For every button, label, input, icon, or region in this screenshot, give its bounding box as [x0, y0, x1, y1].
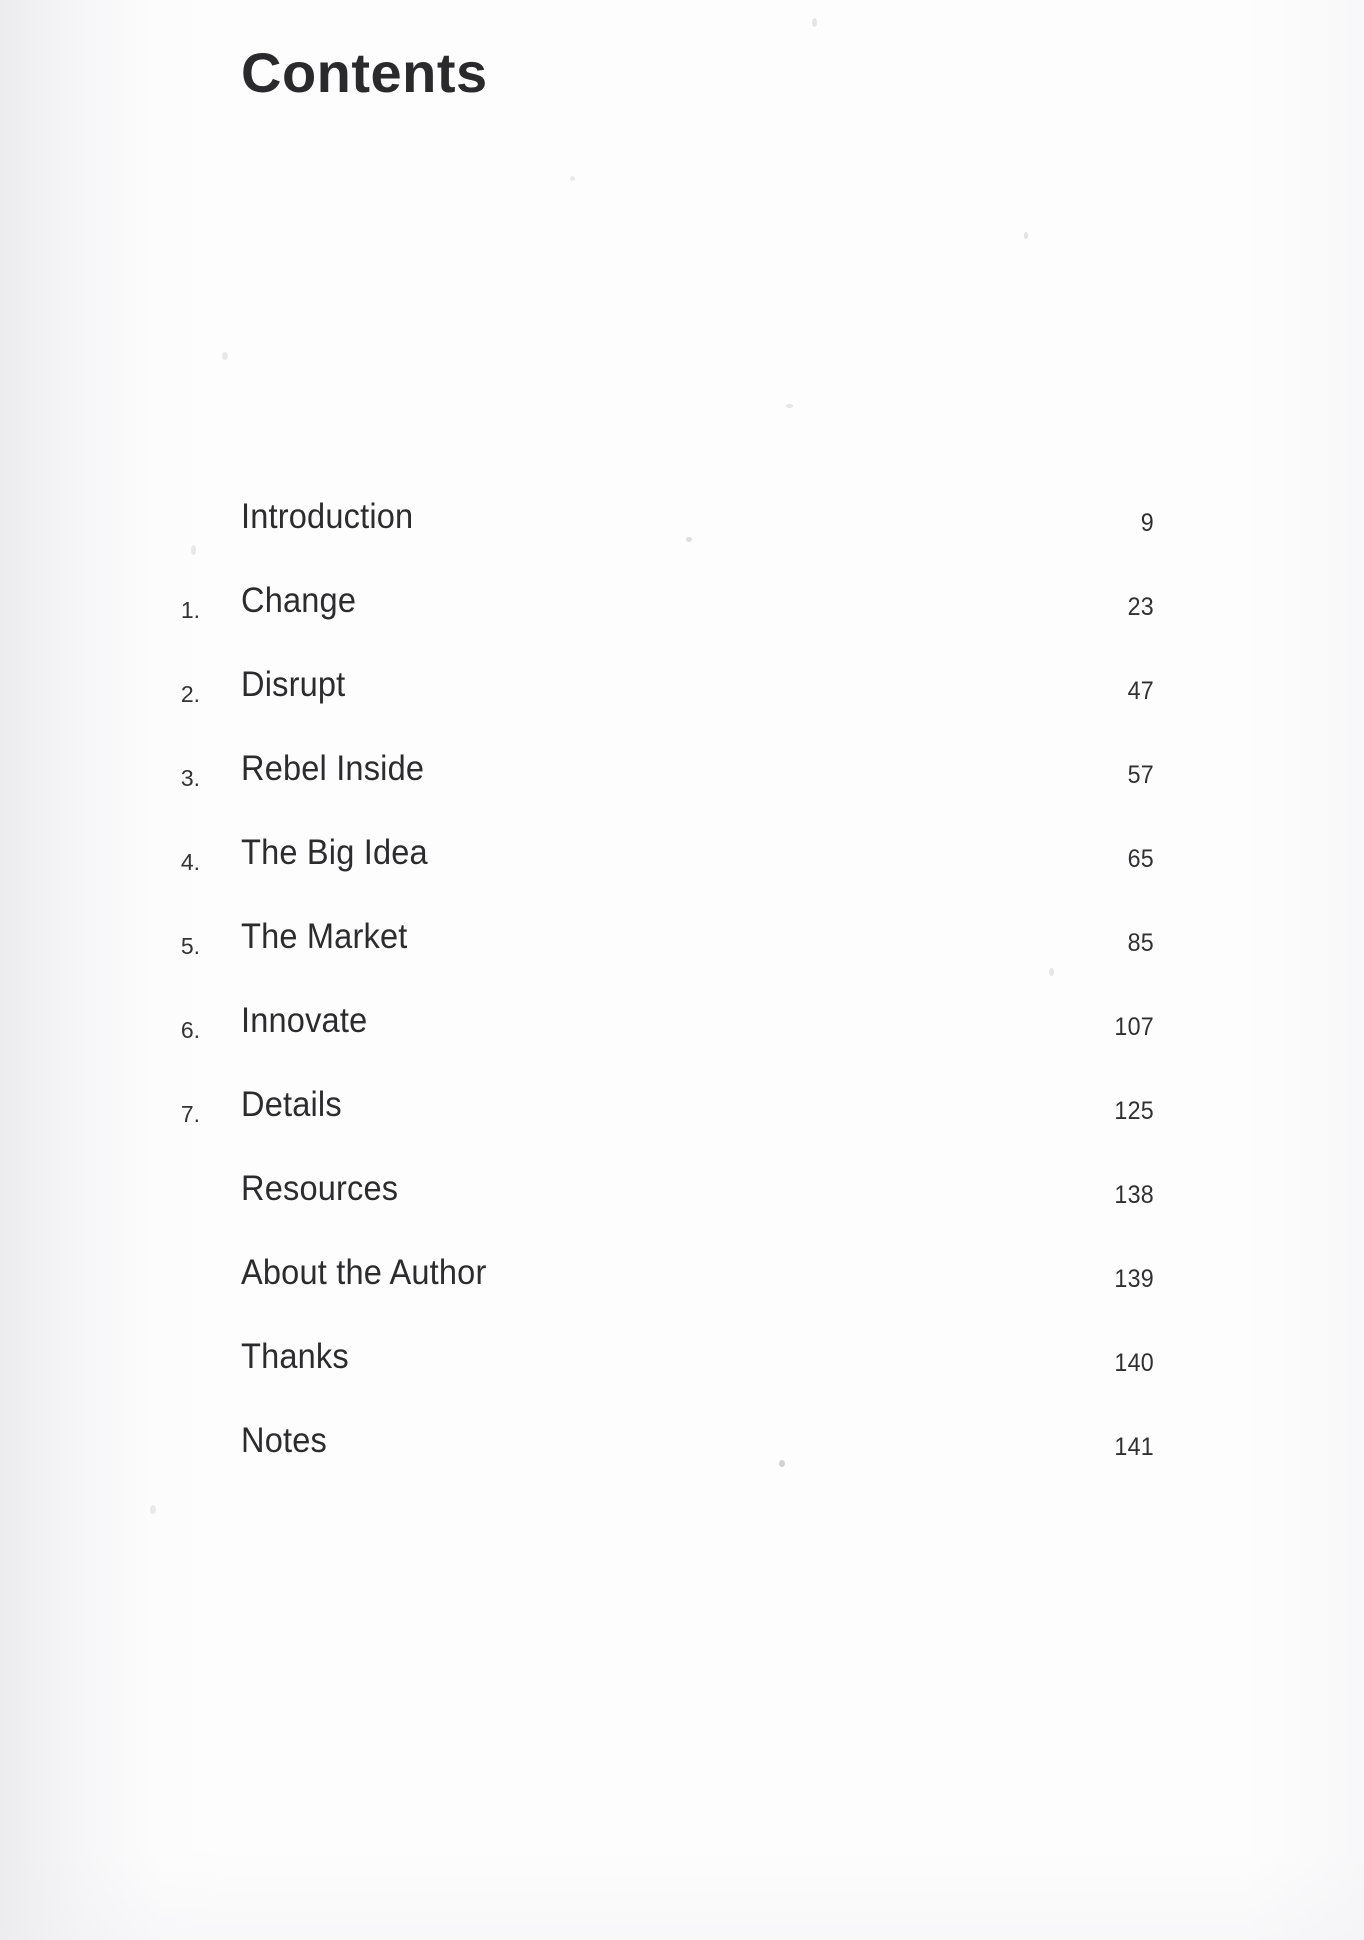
- toc-entry[interactable]: About the Author 139: [0, 1245, 1364, 1329]
- toc-entry-page: 47: [1127, 677, 1154, 705]
- toc-entry[interactable]: 5. The Market 85: [0, 909, 1364, 993]
- toc-entry-page: 140: [1114, 1349, 1154, 1377]
- toc-entry[interactable]: 3. Rebel Inside 57: [0, 741, 1364, 825]
- toc-entry-page: 125: [1114, 1097, 1154, 1125]
- toc-entry-page: 9: [1140, 509, 1154, 537]
- toc-entry[interactable]: 4. The Big Idea 65: [0, 825, 1364, 909]
- toc-entry-number: 6.: [180, 1017, 200, 1043]
- toc-entry-title[interactable]: Thanks: [241, 1337, 349, 1377]
- toc-entry[interactable]: 2. Disrupt 47: [0, 657, 1364, 741]
- toc-entry[interactable]: Thanks 140: [0, 1329, 1364, 1413]
- toc-entry-title[interactable]: Introduction: [241, 497, 413, 537]
- toc-entry-page: 107: [1114, 1013, 1154, 1041]
- toc-entry-number: 4.: [180, 849, 200, 875]
- toc-entry-number: 1.: [180, 597, 200, 623]
- toc-entry[interactable]: Introduction 9: [0, 489, 1364, 573]
- toc-entry-title[interactable]: Change: [241, 581, 356, 621]
- scan-speck: [812, 18, 817, 27]
- toc-entry-number: 5.: [180, 933, 200, 959]
- toc-entry-title[interactable]: Disrupt: [241, 665, 345, 705]
- toc-entry-title[interactable]: Notes: [241, 1421, 327, 1461]
- page-title: Contents: [241, 40, 488, 104]
- toc-entry-page: 138: [1114, 1181, 1154, 1209]
- scan-speck: [1024, 232, 1028, 239]
- toc-entry-page: 23: [1127, 593, 1154, 621]
- toc-entry-number: 3.: [180, 765, 200, 791]
- toc-entry-title[interactable]: The Market: [241, 917, 407, 957]
- toc-entry[interactable]: Resources 138: [0, 1161, 1364, 1245]
- toc-entry-title[interactable]: Details: [241, 1085, 342, 1125]
- toc-entry-page: 139: [1114, 1265, 1154, 1293]
- toc-entry-title[interactable]: The Big Idea: [241, 833, 428, 873]
- scan-speck: [570, 176, 575, 181]
- toc-entry-number: 2.: [180, 681, 200, 707]
- toc-entry[interactable]: 7. Details 125: [0, 1077, 1364, 1161]
- toc-entry[interactable]: Notes 141: [0, 1413, 1364, 1497]
- toc-entry-title[interactable]: About the Author: [241, 1253, 486, 1293]
- toc-entry[interactable]: 1. Change 23: [0, 573, 1364, 657]
- toc-entry-title[interactable]: Innovate: [241, 1001, 367, 1041]
- scan-speck: [786, 404, 793, 408]
- toc-entry-title[interactable]: Rebel Inside: [241, 749, 424, 789]
- book-page: Contents Introduction 9 1. Change 23 2. …: [0, 0, 1364, 1940]
- toc-entry-title[interactable]: Resources: [241, 1169, 398, 1209]
- toc-entry-number: 7.: [180, 1101, 200, 1127]
- table-of-contents: Introduction 9 1. Change 23 2. Disrupt 4…: [0, 489, 1364, 1497]
- toc-entry-page: 141: [1114, 1433, 1154, 1461]
- toc-entry-page: 57: [1127, 761, 1154, 789]
- scan-shadow-bottom-edge: [0, 1850, 1364, 1940]
- toc-entry[interactable]: 6. Innovate 107: [0, 993, 1364, 1077]
- scan-speck: [150, 1505, 156, 1514]
- scan-speck: [222, 352, 228, 360]
- toc-entry-page: 65: [1127, 845, 1154, 873]
- toc-entry-page: 85: [1127, 929, 1154, 957]
